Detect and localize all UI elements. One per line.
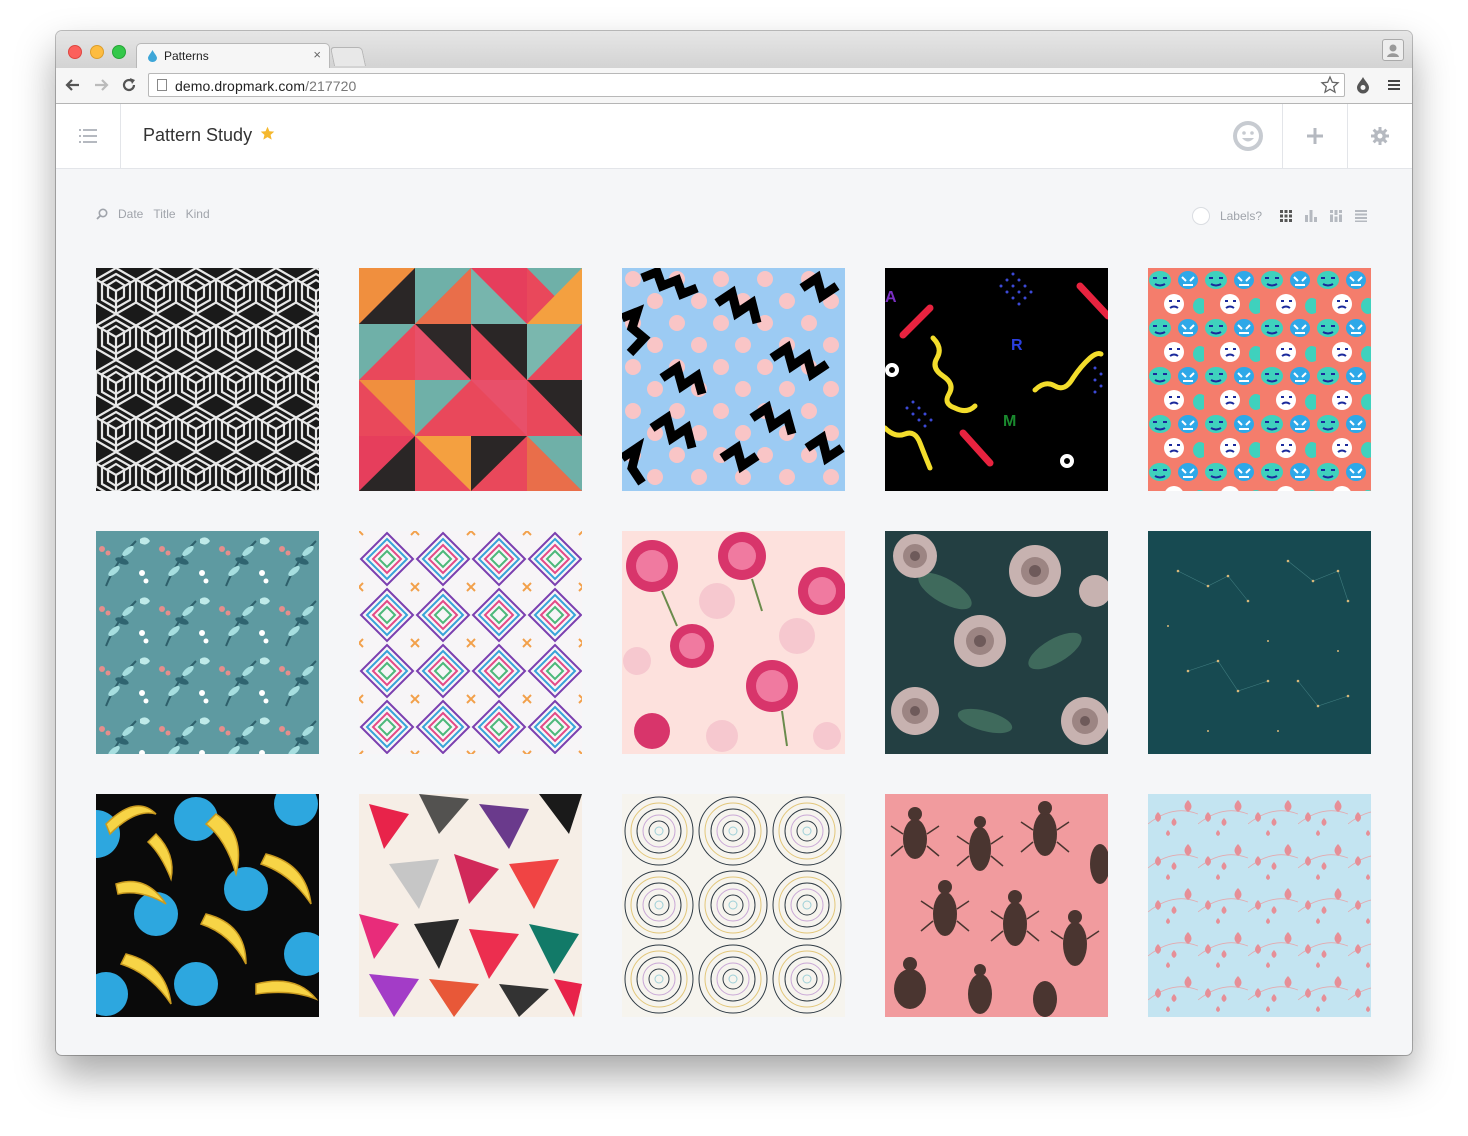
browser-tab[interactable]: Patterns × [136,43,330,68]
view-options: Labels? [1191,207,1368,225]
sort-bar: Date Title Kind [96,207,210,221]
pattern-thumbnail-9[interactable] [885,531,1108,754]
search-icon[interactable] [96,208,108,220]
list-menu-button[interactable] [56,104,121,168]
address-bar[interactable]: demo.dropmark.com/217720 [148,73,1345,97]
profile-icon[interactable] [1382,39,1404,61]
close-window-button[interactable] [68,45,82,59]
pattern-thumbnail-7[interactable] [359,531,582,754]
back-arrow-icon[interactable] [62,74,84,96]
collection-title[interactable]: Pattern Study [143,125,252,146]
dropmark-extension-icon[interactable] [1353,75,1373,95]
window-controls [68,45,126,59]
app-header: Pattern Study [56,104,1412,169]
url-path: /217720 [305,78,357,94]
favorite-star-icon[interactable] [260,126,275,141]
user-avatar[interactable] [1216,104,1280,168]
dropmark-favicon-icon [148,50,157,62]
pattern-thumbnail-1[interactable] [96,268,319,491]
svg-text:M: M [1003,413,1016,430]
labels-toggle[interactable] [1191,207,1210,225]
forward-arrow-icon[interactable] [90,74,112,96]
tab-title: Patterns [164,49,209,63]
url-text: demo.dropmark.com/217720 [175,78,356,94]
tab-strip: Patterns × [56,31,1412,68]
chrome-menu-icon[interactable] [1384,75,1404,95]
add-item-button[interactable] [1282,104,1347,168]
grid-view-icon[interactable] [1278,209,1293,224]
reload-icon[interactable] [118,74,140,96]
sort-date-link[interactable]: Date [118,207,143,221]
pattern-thumbnail-14[interactable] [885,794,1108,1017]
browser-toolbar: demo.dropmark.com/217720 [56,68,1412,104]
url-host: demo.dropmark.com [175,78,306,94]
pattern-thumbnail-5[interactable] [1148,268,1371,491]
page-icon [157,79,167,91]
pattern-thumbnail-6[interactable] [96,531,319,754]
sort-title-link[interactable]: Title [153,207,175,221]
zoom-window-button[interactable] [112,45,126,59]
pattern-thumbnail-2[interactable] [359,268,582,491]
pattern-thumbnail-13[interactable] [622,794,845,1017]
items-grid: A R M [96,268,1371,1017]
pattern-thumbnail-3[interactable] [622,268,845,491]
pattern-thumbnail-11[interactable] [96,794,319,1017]
bookmark-star-icon[interactable] [1320,75,1340,95]
pattern-thumbnail-4[interactable]: A R M [885,268,1108,491]
bar-view-icon[interactable] [1303,209,1318,224]
sort-kind-link[interactable]: Kind [186,207,210,221]
pattern-thumbnail-12[interactable] [359,794,582,1017]
pattern-thumbnail-8[interactable] [622,531,845,754]
list-view-icon[interactable] [1353,209,1368,224]
new-tab-button[interactable] [329,47,367,66]
svg-text:R: R [1011,337,1023,354]
smiley-avatar-icon [1233,121,1263,151]
pattern-thumbnail-15[interactable] [1148,794,1371,1017]
tab-close-icon[interactable]: × [313,47,321,62]
browser-window: Patterns × demo.dropmark.com/217720 Patt… [56,31,1412,1055]
list-icon [79,129,97,143]
mosaic-view-icon[interactable] [1328,209,1343,224]
minimize-window-button[interactable] [90,45,104,59]
svg-text:A: A [885,289,897,306]
plus-icon [1307,128,1323,144]
labels-toggle-label: Labels? [1219,209,1262,223]
gear-icon [1371,127,1389,145]
pattern-thumbnail-10[interactable] [1148,531,1371,754]
settings-button[interactable] [1347,104,1412,168]
